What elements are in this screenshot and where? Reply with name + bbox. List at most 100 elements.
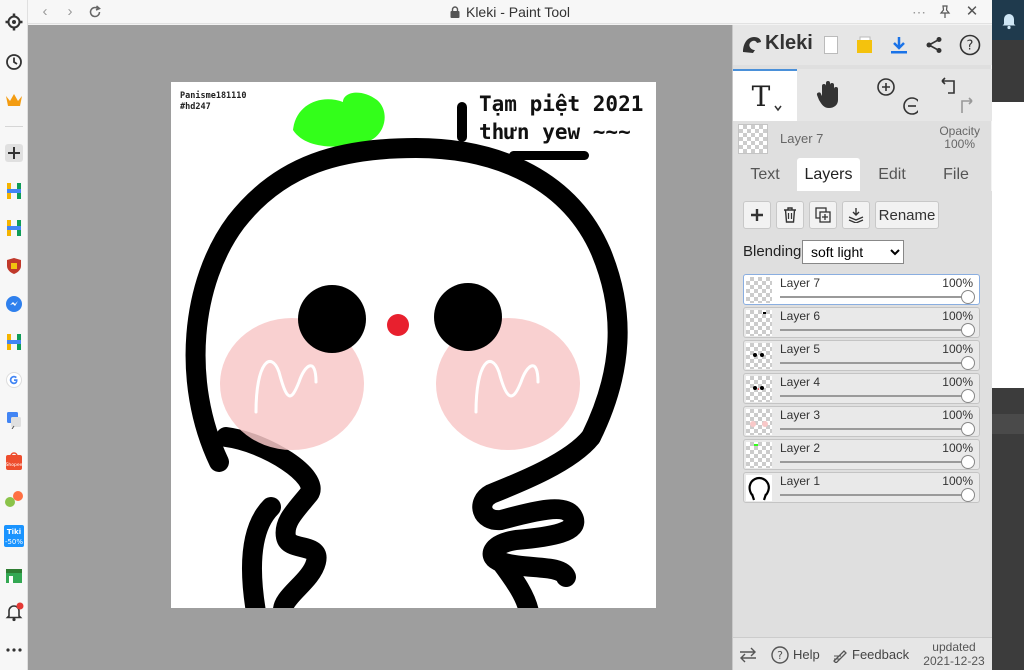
left-eye bbox=[298, 285, 366, 353]
layer-opacity-slider[interactable] bbox=[780, 494, 967, 496]
layer-opacity-slider[interactable] bbox=[780, 395, 967, 397]
layer-name: Layer 2 bbox=[780, 441, 821, 455]
signature-line-1: Panisme181110 bbox=[180, 91, 247, 101]
current-layer-thumbnail bbox=[738, 124, 768, 154]
layer-thumbnail bbox=[746, 475, 772, 501]
layer-opacity: 100% bbox=[942, 309, 973, 323]
text-accent-bar bbox=[457, 102, 467, 142]
add-layer-button[interactable] bbox=[743, 201, 771, 229]
tab-file[interactable]: File bbox=[924, 158, 988, 192]
layer-opacity: 100% bbox=[942, 276, 973, 290]
layer-row[interactable]: Layer 3 100% bbox=[743, 406, 980, 437]
layer-opacity-slider[interactable] bbox=[780, 362, 967, 364]
rename-layer-button[interactable]: Rename bbox=[875, 201, 939, 229]
duplicate-layer-button[interactable] bbox=[809, 201, 837, 229]
trash-icon bbox=[784, 207, 796, 223]
add-icon[interactable] bbox=[0, 139, 28, 167]
pin-icon[interactable] bbox=[936, 3, 954, 21]
leaf-shape bbox=[293, 92, 385, 147]
tab-edit[interactable]: Edit bbox=[860, 158, 924, 192]
feedback-icon bbox=[833, 649, 847, 663]
tab-text[interactable]: Text bbox=[733, 158, 797, 192]
delete-layer-button[interactable] bbox=[776, 201, 804, 229]
feedback-label: Feedback bbox=[852, 647, 910, 662]
kleki-bird-icon bbox=[743, 36, 761, 53]
layer-opacity-slider[interactable] bbox=[780, 461, 967, 463]
layer-opacity-slider[interactable] bbox=[780, 428, 967, 430]
updated-label: updated bbox=[932, 640, 976, 654]
background-header bbox=[992, 0, 1024, 40]
blending-control: Blending soft light bbox=[743, 240, 983, 266]
shopee-app-icon[interactable]: Shopee bbox=[0, 447, 28, 475]
plus-icon bbox=[751, 209, 763, 221]
hotel-app-icon-3[interactable] bbox=[0, 328, 28, 356]
drawing-canvas[interactable]: Panisme181110 #hd247 Tạm piệt 2021 thưn … bbox=[171, 82, 656, 608]
layer-opacity-slider[interactable] bbox=[780, 296, 967, 298]
browser-sidebar: Shopee Tiki -50% bbox=[0, 0, 28, 670]
right-eye bbox=[434, 283, 502, 351]
layer-opacity-handle[interactable] bbox=[961, 389, 975, 403]
hand-tool-button[interactable] bbox=[797, 69, 861, 121]
layer-opacity-handle[interactable] bbox=[961, 323, 975, 337]
layer-row[interactable]: Layer 6 100% bbox=[743, 307, 980, 338]
translate-app-icon[interactable] bbox=[0, 406, 28, 434]
tiki-app-icon[interactable]: Tiki -50% bbox=[0, 522, 28, 550]
layer-opacity-slider[interactable] bbox=[780, 329, 967, 331]
current-layer-opacity: Opacity 100% bbox=[939, 125, 980, 151]
google-icon[interactable] bbox=[0, 366, 28, 394]
layer-name: Layer 3 bbox=[780, 408, 821, 422]
extension-app-icon[interactable] bbox=[0, 485, 28, 513]
layer-row[interactable]: Layer 5 100% bbox=[743, 340, 980, 371]
notifications-icon[interactable] bbox=[0, 598, 28, 626]
merge-layer-button[interactable] bbox=[842, 201, 870, 229]
hotel-app-icon[interactable] bbox=[0, 177, 28, 205]
svg-text:Tiki: Tiki bbox=[7, 528, 21, 536]
layer-opacity-handle[interactable] bbox=[961, 488, 975, 502]
layer-name: Layer 6 bbox=[780, 309, 821, 323]
layer-thumbnail bbox=[746, 310, 772, 336]
hand-icon bbox=[816, 81, 838, 108]
canvas-area[interactable]: Panisme181110 #hd247 Tạm piệt 2021 thưn … bbox=[28, 25, 732, 670]
hotel-app-icon-2[interactable] bbox=[0, 214, 28, 242]
tab-layers[interactable]: Layers bbox=[797, 158, 860, 192]
shield-app-icon[interactable] bbox=[0, 252, 28, 280]
blending-select[interactable]: soft light bbox=[802, 240, 904, 264]
close-icon[interactable]: ✕ bbox=[963, 3, 981, 21]
swap-arrows-icon bbox=[740, 647, 756, 662]
layer-opacity-handle[interactable] bbox=[961, 455, 975, 469]
layer-opacity: 100% bbox=[942, 408, 973, 422]
open-file-icon[interactable] bbox=[853, 33, 877, 57]
layer-opacity-handle[interactable] bbox=[961, 422, 975, 436]
layer-opacity-handle[interactable] bbox=[961, 290, 975, 304]
text-tool-icon: T bbox=[752, 80, 782, 113]
new-file-icon[interactable] bbox=[819, 33, 843, 57]
download-icon[interactable] bbox=[887, 33, 911, 57]
layer-thumbnail bbox=[746, 376, 772, 402]
layer-row[interactable]: Layer 4 100% bbox=[743, 373, 980, 404]
settings-icon[interactable] bbox=[0, 8, 28, 36]
feedback-button[interactable]: Feedback bbox=[832, 638, 909, 670]
crown-icon[interactable] bbox=[0, 86, 28, 114]
help-button[interactable]: ? Help bbox=[771, 638, 820, 670]
layer-thumbnail bbox=[746, 442, 772, 468]
layer-row[interactable]: Layer 1 100% bbox=[743, 472, 980, 503]
merge-down-icon bbox=[848, 208, 864, 223]
layer-row[interactable]: Layer 2 100% bbox=[743, 439, 980, 470]
more-icon[interactable] bbox=[0, 636, 28, 664]
kleki-panel: Kleki ? T Layer 7 Opacity 100% Text Laye… bbox=[732, 25, 992, 670]
svg-text:?: ? bbox=[967, 39, 974, 54]
help-icon: ? bbox=[771, 645, 789, 664]
layer-opacity-handle[interactable] bbox=[961, 356, 975, 370]
layer-opacity: 100% bbox=[942, 342, 973, 356]
messenger-app-icon[interactable] bbox=[0, 290, 28, 318]
help-circle-icon[interactable]: ? bbox=[958, 33, 982, 57]
layer-row[interactable]: Layer 7 100% bbox=[743, 274, 980, 305]
swap-button[interactable] bbox=[739, 638, 757, 670]
bell-icon bbox=[1002, 14, 1016, 30]
share-icon[interactable] bbox=[922, 33, 946, 57]
store-app-icon[interactable] bbox=[0, 561, 28, 589]
text-tool-button[interactable]: T bbox=[733, 69, 797, 121]
more-options-icon[interactable]: ⋯ bbox=[910, 3, 928, 21]
bottom-bar: ? Help Feedback updated 2021-12-23 bbox=[733, 637, 992, 670]
history-icon[interactable] bbox=[0, 48, 28, 76]
